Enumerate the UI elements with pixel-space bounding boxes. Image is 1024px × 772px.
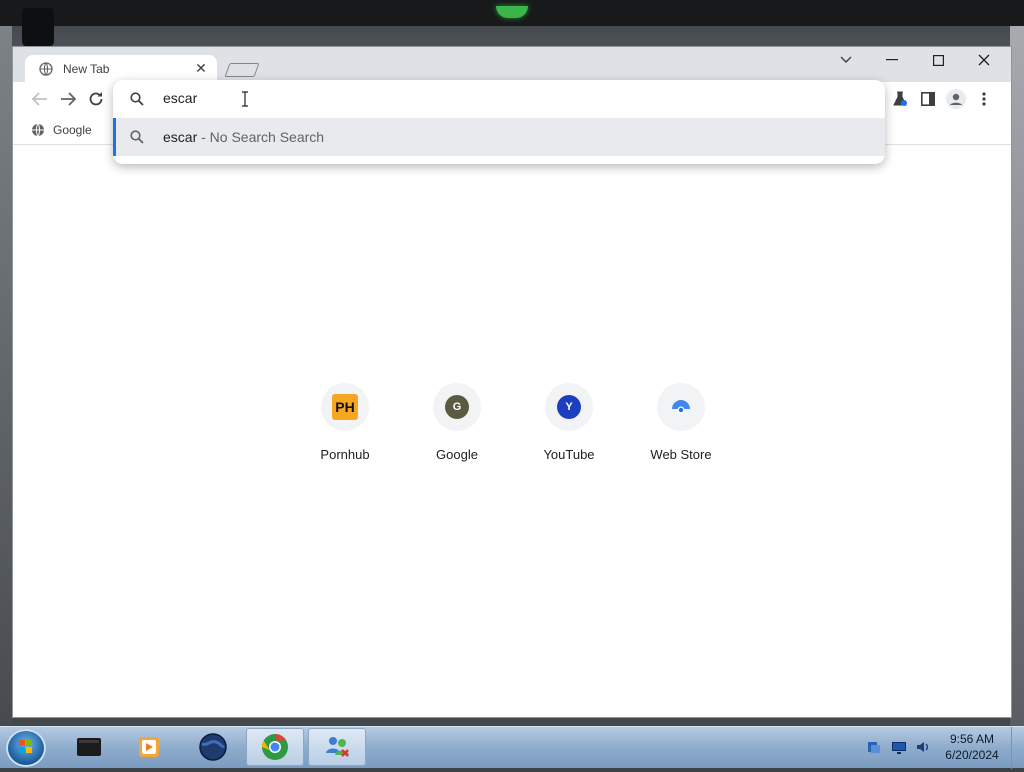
globe-browser-icon <box>199 733 227 761</box>
shortcut-web-store[interactable]: Web Store <box>631 383 731 473</box>
tray-display-icon[interactable] <box>891 739 907 755</box>
search-icon <box>130 92 144 106</box>
show-desktop-button[interactable] <box>1011 727 1024 769</box>
suggestion-query: escar <box>163 129 198 145</box>
maximize-button[interactable] <box>915 47 961 73</box>
omnibox-dropdown: escar - No Search Search <box>113 80 885 164</box>
tab-new-tab[interactable]: New Tab ✕ <box>25 55 217 82</box>
google-letter-icon: G <box>445 395 469 419</box>
tab-search-dropdown-icon[interactable] <box>823 47 869 73</box>
shortcut-icon-circle: PH <box>321 383 369 431</box>
new-tab-page: PH Pornhub G Google Y YouTube Web Store <box>13 145 1011 717</box>
media-player-icon <box>139 737 159 757</box>
shortcut-label: YouTube <box>543 447 595 462</box>
search-icon <box>130 130 144 144</box>
taskbar-clock[interactable]: 9:56 AM 6/20/2024 <box>936 731 1008 763</box>
chrome-icon <box>261 733 288 760</box>
taskbar-app-globe[interactable] <box>184 728 242 766</box>
globe-icon <box>39 61 53 76</box>
labs-flask-icon[interactable] <box>889 88 911 110</box>
desktop-wallpaper-right <box>1010 26 1024 726</box>
back-button[interactable] <box>29 89 51 109</box>
tray-network-icon[interactable] <box>866 739 882 755</box>
desktop-speaker-object <box>22 8 54 46</box>
shortcut-icon-circle <box>657 383 705 431</box>
forward-button[interactable] <box>57 89 79 109</box>
shortcut-label: Web Store <box>650 447 712 462</box>
browser-window: New Tab ✕ Google PH Pornhub G Google Y Y… <box>12 46 1012 718</box>
address-bar-input[interactable] <box>163 88 863 108</box>
shortcut-google[interactable]: G Google <box>407 383 507 473</box>
taskbar: 9:56 AM 6/20/2024 <box>0 726 1024 769</box>
omnibox-suggestion[interactable]: escar - No Search Search <box>113 118 885 156</box>
shortcut-pornhub[interactable]: PH Pornhub <box>295 383 395 473</box>
tab-close-icon[interactable]: ✕ <box>193 60 209 77</box>
taskbar-app-chrome[interactable] <box>246 728 304 766</box>
shortcut-youtube[interactable]: Y YouTube <box>519 383 619 473</box>
desktop-wallpaper-left <box>0 26 12 726</box>
tab-title: New Tab <box>63 61 110 76</box>
side-panel-icon[interactable] <box>917 88 939 110</box>
shortcut-icon-circle: Y <box>545 383 593 431</box>
bookmark-label: Google <box>53 123 92 137</box>
taskbar-app-media-player[interactable] <box>120 728 178 766</box>
shortcut-label: Pornhub <box>320 447 370 462</box>
new-tab-button[interactable] <box>224 63 260 77</box>
suggestion-text: escar - No Search Search <box>163 129 324 145</box>
omnibox-input-row <box>113 80 885 117</box>
minimize-button[interactable] <box>869 47 915 73</box>
pornhub-favicon-icon: PH <box>332 394 358 420</box>
shortcut-label: Google <box>436 447 478 462</box>
suggestion-focus-bar <box>113 118 116 156</box>
globe-icon <box>31 123 45 137</box>
reload-button[interactable] <box>85 89 107 109</box>
bookmark-google[interactable]: Google <box>31 119 92 141</box>
clock-time: 9:56 AM <box>949 732 995 746</box>
users-icon <box>326 737 349 757</box>
terminal-icon <box>77 738 101 756</box>
taskbar-app-users[interactable] <box>308 728 366 766</box>
tray-volume-icon[interactable] <box>915 739 931 755</box>
text-cursor-icon <box>241 91 248 107</box>
clock-date: 6/20/2024 <box>945 748 999 762</box>
shortcut-icon-circle: G <box>433 383 481 431</box>
suggestion-description: - No Search Search <box>197 129 325 145</box>
windows-logo-icon <box>19 740 32 753</box>
close-window-button[interactable] <box>961 47 1007 73</box>
webstore-icon <box>669 395 693 419</box>
youtube-letter-icon: Y <box>557 395 581 419</box>
tab-strip: New Tab ✕ <box>13 47 1011 82</box>
start-button[interactable] <box>6 729 46 767</box>
more-menu-icon[interactable] <box>973 88 995 110</box>
taskbar-app-terminal[interactable] <box>60 728 118 766</box>
profile-avatar-icon[interactable] <box>945 88 967 110</box>
